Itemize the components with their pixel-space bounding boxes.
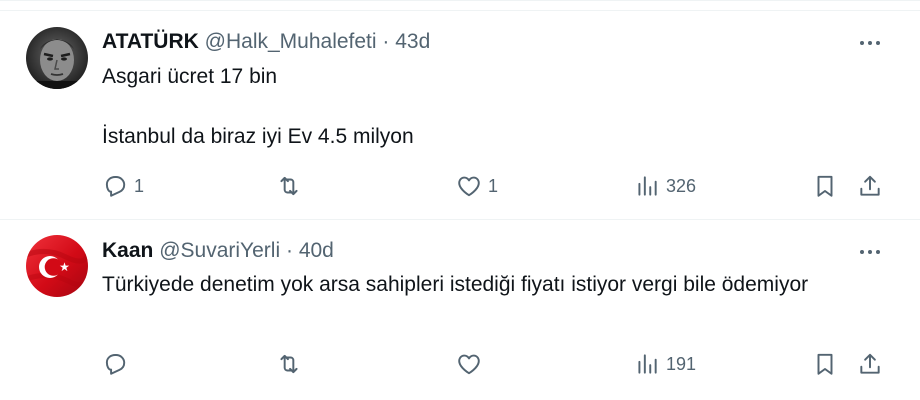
bookmark-button[interactable] xyxy=(812,347,838,381)
tweet-time[interactable]: 40d xyxy=(299,239,334,262)
like-button[interactable]: 1 xyxy=(456,169,498,203)
retweet-button[interactable] xyxy=(276,169,308,203)
heart-icon xyxy=(458,176,480,197)
views-count: 326 xyxy=(666,175,697,196)
separator-dot: · xyxy=(382,30,390,53)
display-name[interactable]: ATATÜRK xyxy=(102,30,199,53)
more-icon[interactable] xyxy=(858,240,882,264)
tweet-actions: 191 xyxy=(100,347,890,381)
bookmark-icon xyxy=(817,353,833,375)
views-button[interactable]: 326 xyxy=(634,169,696,203)
tweet-time[interactable]: 43d xyxy=(395,30,430,53)
avatar[interactable] xyxy=(26,27,88,89)
reply-button[interactable] xyxy=(102,347,134,381)
reply-count: 1 xyxy=(134,175,145,196)
reply-icon xyxy=(105,176,126,197)
retweet-icon xyxy=(280,354,298,374)
display-name[interactable]: Kaan xyxy=(102,239,153,262)
reply-icon xyxy=(105,354,126,375)
views-icon xyxy=(638,354,657,374)
retweet-button[interactable] xyxy=(276,347,308,381)
tweet[interactable]: Kaan @SuvariYerli · 40d Türkiyede deneti… xyxy=(0,219,920,400)
user-handle[interactable]: @Halk_Muhalefeti xyxy=(205,30,377,53)
retweet-icon xyxy=(280,176,298,196)
bookmark-icon xyxy=(817,175,833,197)
share-button[interactable] xyxy=(857,169,883,203)
heart-icon xyxy=(458,354,480,375)
tweet-text: İstanbul da biraz iyi Ev 4.5 milyon xyxy=(102,125,414,148)
share-icon xyxy=(860,175,880,196)
share-icon xyxy=(860,353,880,374)
tweet-text: Türkiyede denetim yok arsa sahipleri ist… xyxy=(102,273,809,296)
avatar[interactable] xyxy=(26,235,88,297)
views-count: 191 xyxy=(666,353,697,374)
tweet-header: Kaan @SuvariYerli · 40d xyxy=(102,239,334,263)
tweet-header: ATATÜRK @Halk_Muhalefeti · 43d xyxy=(102,30,430,54)
top-divider xyxy=(0,0,920,1)
like-button[interactable] xyxy=(456,347,488,381)
reply-button[interactable]: 1 xyxy=(102,169,144,203)
views-icon xyxy=(638,176,657,196)
separator-dot: · xyxy=(285,239,293,262)
views-button[interactable]: 191 xyxy=(634,347,696,381)
tweet-actions: 1 1 326 xyxy=(100,169,890,203)
user-handle[interactable]: @SuvariYerli xyxy=(159,239,280,262)
like-count: 1 xyxy=(488,175,499,196)
tweet-text: Asgari ücret 17 bin xyxy=(102,65,278,88)
bookmark-button[interactable] xyxy=(812,169,838,203)
tweet[interactable]: ATATÜRK @Halk_Muhalefeti · 43d Asgari üc… xyxy=(0,10,920,220)
share-button[interactable] xyxy=(857,347,883,381)
more-icon[interactable] xyxy=(858,31,882,55)
